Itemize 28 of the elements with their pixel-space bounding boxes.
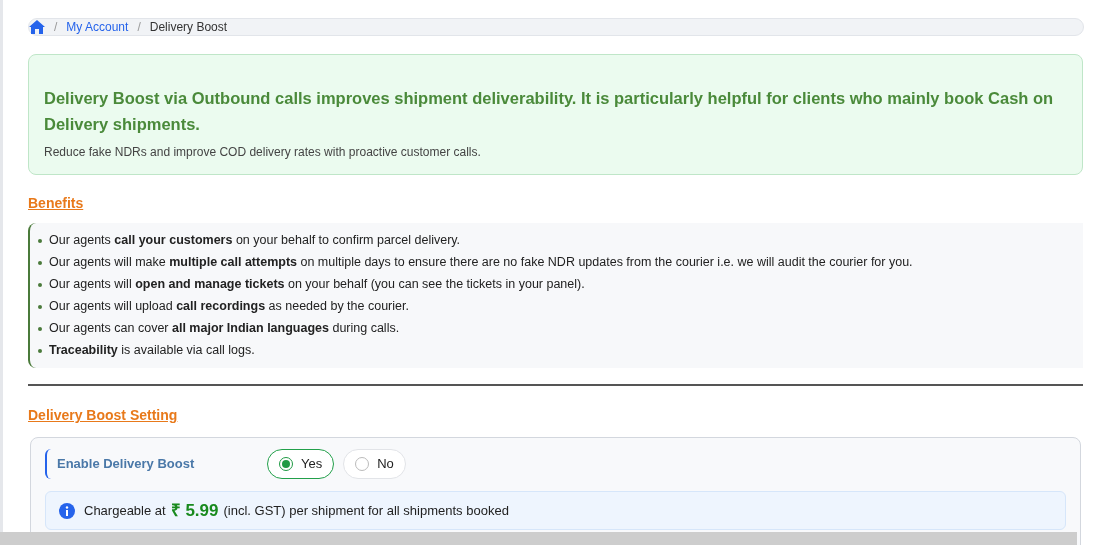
bullet-icon [38,348,42,353]
section-heading: Benefits [28,194,84,213]
benefit-item: Our agents can cover all major Indian languages during calls. [49,320,400,337]
benefit-item: Traceability is available via call logs. [49,342,255,359]
benefit-item: Our agents will open and manage tickets on your behalf (you can see the tickets in your panel). [49,276,585,293]
home-icon[interactable] [29,20,45,34]
benefit-item: Our agents will upload call recordings as needed by the courier. [49,298,409,315]
bullet-icon [38,304,42,309]
breadcrumb-separator: / [137,19,141,36]
breadcrumb-current: Delivery Boost [149,19,228,36]
bullet-icon [38,260,42,265]
bullet-icon [38,282,42,287]
breadcrumb-separator: / [54,19,58,36]
radio-option[interactable]: Yes [267,449,335,479]
bullet-icon [38,326,42,331]
intro-headline: Delivery Boost via Outbound calls improves shipment deliverability. It is particularly helpful for clients who mainly book Cash on Delivery shipments. [44,88,1055,135]
scrollbar[interactable] [0,532,1077,545]
benefit-item: Our agents call your customers on your behalf to confirm parcel delivery. [49,232,461,249]
intro-subtext: Reduce fake NDRs and improve COD delivery rates with proactive customer calls. [44,144,482,161]
breadcrumb-link[interactable]: My Account [66,18,129,36]
charge-text: Chargeable at [84,501,166,520]
bullet-icon [38,238,42,243]
radio-option[interactable]: No [343,449,406,479]
info-icon [59,502,75,519]
section-heading: Delivery Boost Setting [28,406,178,425]
benefit-item: Our agents will make multiple call attempts on multiple days to ensure there are no fake NDR updates from the courier i.e. we will audit the courier for you. [49,254,913,271]
charge-text: (incl. GST) per shipment for all shipments booked [223,501,509,520]
price: ₹ 5.99 [170,499,219,522]
